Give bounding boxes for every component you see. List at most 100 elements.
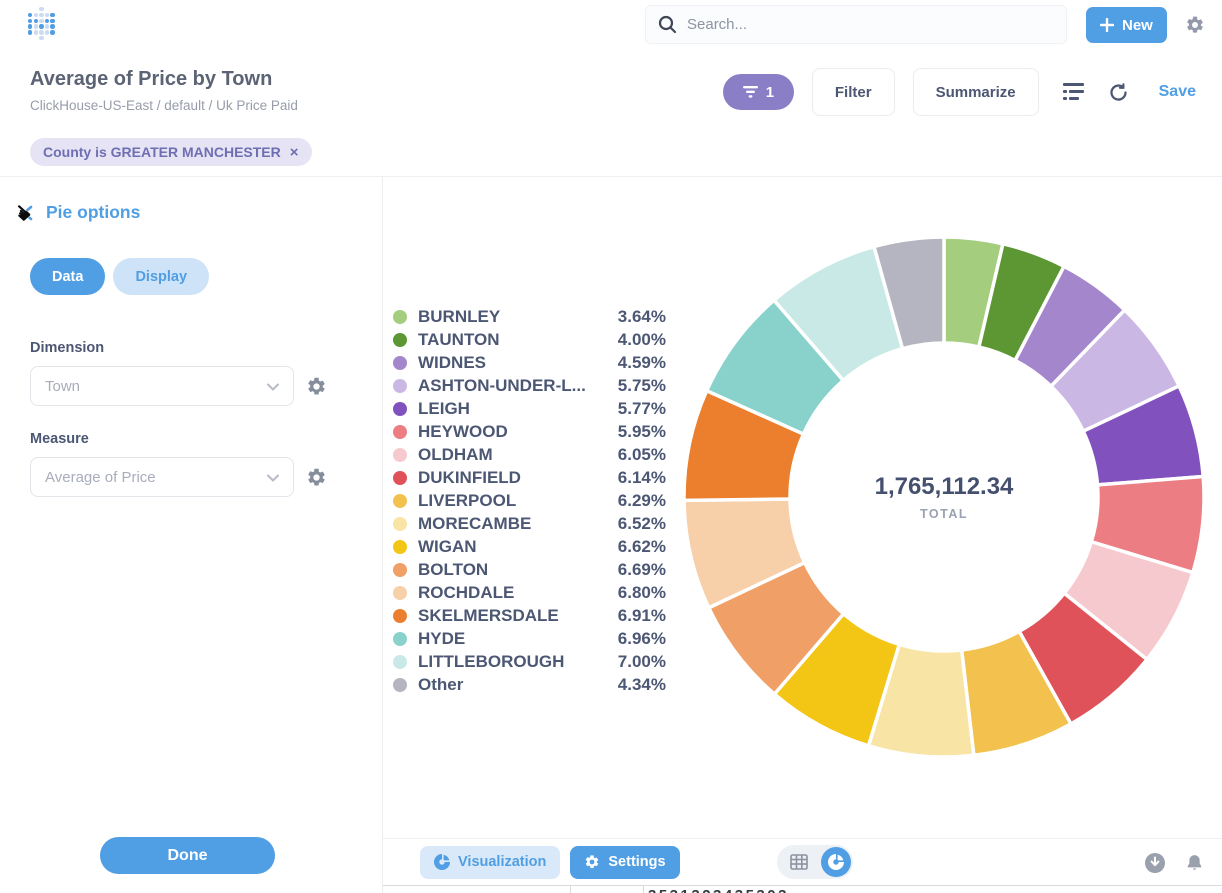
search-icon xyxy=(658,15,677,34)
search-bar[interactable] xyxy=(645,5,1067,44)
measure-row: Average of Price xyxy=(30,457,327,497)
dimension-row: Town xyxy=(30,366,327,406)
legend-label: BOLTON xyxy=(418,560,488,580)
legend-dot-icon xyxy=(393,678,407,692)
top-nav: New xyxy=(0,0,1222,52)
legend-dot-icon xyxy=(393,563,407,577)
pie-chart-icon xyxy=(434,854,450,870)
chevron-down-icon xyxy=(267,469,279,486)
metabase-logo-icon[interactable] xyxy=(28,7,58,43)
legend-item[interactable]: HEYWOOD5.95% xyxy=(393,420,666,443)
table-pie-toggle xyxy=(777,845,853,879)
donut-chart xyxy=(674,227,1214,767)
legend-item[interactable]: HYDE6.96% xyxy=(393,627,666,650)
legend-item[interactable]: BURNLEY3.64% xyxy=(393,305,666,328)
measure-value: Average of Price xyxy=(45,469,156,486)
legend-value: 4.00% xyxy=(618,330,666,350)
legend-value: 4.34% xyxy=(618,675,666,695)
legend-label: DUKINFIELD xyxy=(418,468,521,488)
legend-label: LITTLEBOROUGH xyxy=(418,652,564,672)
measure-settings-gear-icon[interactable] xyxy=(306,467,327,488)
pie-view-icon[interactable] xyxy=(821,847,851,877)
chart-canvas: BURNLEY3.64%TAUNTON 4.00%WIDNES4.59%ASHTO… xyxy=(383,177,1222,838)
legend-dot-icon xyxy=(393,379,407,393)
filter-chip[interactable]: County is GREATER MANCHESTER × xyxy=(30,138,312,166)
search-input[interactable] xyxy=(687,16,1054,33)
metabase-app: New Average of Price by Town ClickHouse-… xyxy=(0,0,1222,893)
legend-item[interactable]: LIVERPOOL 6.29% xyxy=(393,489,666,512)
pie-legend: BURNLEY3.64%TAUNTON 4.00%WIDNES4.59%ASHTO… xyxy=(393,305,666,696)
legend-value: 6.96% xyxy=(618,629,666,649)
filter-chip-close-icon[interactable]: × xyxy=(290,145,299,160)
legend-dot-icon xyxy=(393,632,407,646)
legend-item[interactable]: ROCHDALE6.80% xyxy=(393,581,666,604)
legend-label: WIGAN xyxy=(418,537,477,557)
legend-item[interactable]: OLDHAM 6.05% xyxy=(393,443,666,466)
legend-label: TAUNTON xyxy=(418,330,500,350)
legend-dot-icon xyxy=(393,540,407,554)
legend-value: 6.69% xyxy=(618,560,666,580)
legend-item[interactable]: TAUNTON 4.00% xyxy=(393,328,666,351)
legend-label: ROCHDALE xyxy=(418,583,514,603)
tab-data[interactable]: Data xyxy=(30,258,105,295)
legend-value: 3.64% xyxy=(618,307,666,327)
gear-icon xyxy=(584,854,600,870)
table-column-divider xyxy=(643,886,644,893)
legend-label: LIVERPOOL xyxy=(418,491,516,511)
table-column-divider xyxy=(570,886,571,893)
legend-dot-icon xyxy=(393,471,407,485)
legend-dot-icon xyxy=(393,517,407,531)
dimension-value: Town xyxy=(45,378,80,395)
legend-dot-icon xyxy=(393,448,407,462)
table-view-icon[interactable] xyxy=(790,854,808,870)
legend-dot-icon xyxy=(393,609,407,623)
legend-item[interactable]: MORECAMBE6.52% xyxy=(393,512,666,535)
legend-value: 6.14% xyxy=(618,468,666,488)
measure-select[interactable]: Average of Price xyxy=(30,457,294,497)
download-icon[interactable] xyxy=(1144,852,1166,874)
bell-icon[interactable] xyxy=(1185,853,1204,873)
visualization-button[interactable]: Visualization xyxy=(420,846,560,879)
filter-count: 1 xyxy=(766,84,774,101)
tab-display[interactable]: Display xyxy=(113,258,209,295)
legend-item[interactable]: ASHTON-UNDER-L...5.75% xyxy=(393,374,666,397)
editor-list-icon[interactable] xyxy=(1063,83,1084,101)
dimension-select[interactable]: Town xyxy=(30,366,294,406)
legend-value: 7.00% xyxy=(618,652,666,672)
settings-button[interactable]: Settings xyxy=(570,846,679,879)
admin-gear-icon[interactable] xyxy=(1185,15,1205,40)
dimension-settings-gear-icon[interactable] xyxy=(306,376,327,397)
new-button-label: New xyxy=(1122,17,1153,34)
legend-value: 5.75% xyxy=(618,376,666,396)
legend-value: 6.05% xyxy=(618,445,666,465)
done-button[interactable]: Done xyxy=(100,837,275,874)
legend-value: 6.91% xyxy=(618,606,666,626)
legend-dot-icon xyxy=(393,425,407,439)
refresh-icon[interactable] xyxy=(1108,82,1129,103)
active-filter-pill[interactable]: 1 xyxy=(723,74,794,110)
legend-item[interactable]: Other4.34% xyxy=(393,673,666,696)
legend-item[interactable]: SKELMERSDALE 6.91% xyxy=(393,604,666,627)
settings-label: Settings xyxy=(608,854,665,870)
filter-button[interactable]: Filter xyxy=(812,68,895,116)
legend-item[interactable]: BOLTON 6.69% xyxy=(393,558,666,581)
legend-label: OLDHAM xyxy=(418,445,493,465)
breadcrumb[interactable]: ClickHouse-US-East / default / Uk Price … xyxy=(30,98,298,113)
legend-dot-icon xyxy=(393,333,407,347)
new-button[interactable]: New xyxy=(1086,7,1167,43)
funnel-icon xyxy=(743,86,758,98)
legend-item[interactable]: WIGAN6.62% xyxy=(393,535,666,558)
legend-item[interactable]: LITTLEBOROUGH 7.00% xyxy=(393,650,666,673)
legend-label: SKELMERSDALE xyxy=(418,606,559,626)
clipped-results-table[interactable]: 3531323435303 xyxy=(383,885,1222,893)
legend-item[interactable]: DUKINFIELD 6.14% xyxy=(393,466,666,489)
summarize-button[interactable]: Summarize xyxy=(913,68,1039,116)
legend-dot-icon xyxy=(393,586,407,600)
legend-dot-icon xyxy=(393,655,407,669)
legend-value: 5.95% xyxy=(618,422,666,442)
legend-item[interactable]: WIDNES4.59% xyxy=(393,351,666,374)
legend-value: 6.29% xyxy=(618,491,666,511)
save-button[interactable]: Save xyxy=(1159,83,1196,101)
legend-value: 4.59% xyxy=(618,353,666,373)
legend-item[interactable]: LEIGH5.77% xyxy=(393,397,666,420)
